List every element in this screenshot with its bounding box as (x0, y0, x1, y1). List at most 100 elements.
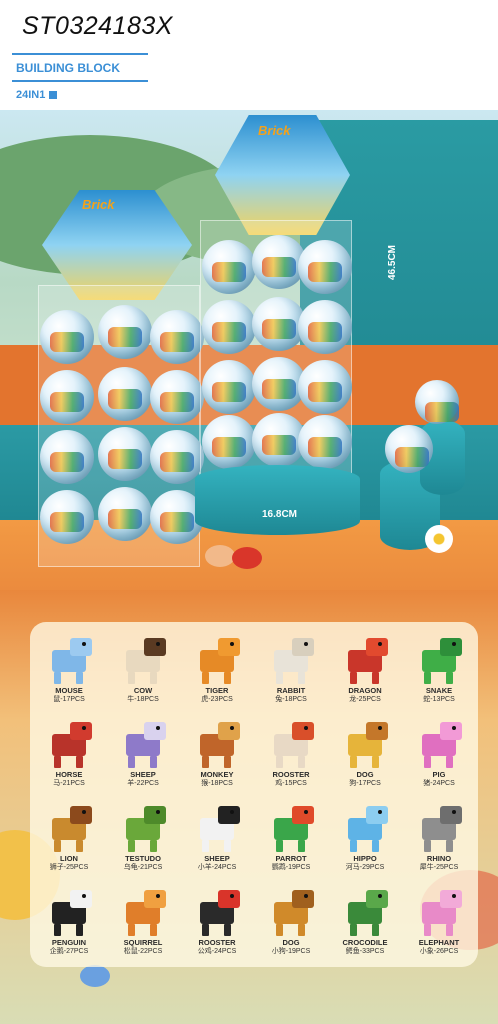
figure-leg (202, 672, 209, 684)
header: ST0324183X BUILDING BLOCK 24IN1 (0, 0, 498, 110)
figure-eye (82, 810, 86, 814)
figure-leg (298, 924, 305, 936)
animal-item: SQUIRREL 松鼠-22PCS (106, 882, 180, 966)
open-capsule-shell (232, 547, 262, 569)
animal-item: CROCODILE 鳄鱼-33PCS (328, 882, 402, 966)
figure-eye (156, 810, 160, 814)
animal-piece-count: 小羊-24PCS (197, 864, 237, 871)
animal-name: RABBIT (276, 686, 306, 695)
figure-head (70, 722, 92, 740)
figure-leg (54, 924, 61, 936)
animal-item: SNAKE 蛇-13PCS (402, 630, 476, 714)
figure-head (144, 890, 166, 908)
animal-figure (264, 802, 318, 854)
figure-eye (452, 642, 456, 646)
figure-leg (350, 672, 357, 684)
animal-name: RHINO (426, 854, 452, 863)
figure-eye (82, 894, 86, 898)
animal-piece-count: 乌龟-21PCS (123, 864, 163, 871)
animal-name: ROOSTER (198, 938, 236, 947)
animal-item: SHEEP 羊-22PCS (106, 714, 180, 798)
figure-head (366, 638, 388, 656)
figure-eye (304, 810, 308, 814)
animal-piece-count: 兔-18PCS (275, 696, 307, 703)
animal-item: TESTUDO 乌龟-21PCS (106, 798, 180, 882)
animal-figure (190, 718, 244, 770)
figure-leg (224, 924, 231, 936)
figure-leg (202, 924, 209, 936)
animal-name: CROCODILE (342, 938, 388, 947)
figure-eye (230, 726, 234, 730)
animal-figure (338, 634, 392, 686)
figure-leg (128, 924, 135, 936)
figure-eye (230, 642, 234, 646)
animal-name: COW (133, 686, 153, 695)
animal-item: DOG 小狗-19PCS (254, 882, 328, 966)
figure-leg (372, 840, 379, 852)
animal-piece-count: 小象-26PCS (419, 948, 459, 955)
figure-eye (452, 810, 456, 814)
figure-head (218, 722, 240, 740)
animal-item: LION 狮子-25PCS (32, 798, 106, 882)
figure-eye (156, 726, 160, 730)
animal-figure (264, 718, 318, 770)
animal-piece-count: 蛇-13PCS (423, 696, 455, 703)
figure-eye (378, 894, 382, 898)
divider (12, 53, 148, 55)
animal-figure (338, 886, 392, 938)
figure-leg (54, 840, 61, 852)
figure-leg (76, 756, 83, 768)
figure-head (366, 890, 388, 908)
animal-item: ROOSTER 鸡-15PCS (254, 714, 328, 798)
figure-leg (224, 672, 231, 684)
animal-piece-count: 松鼠-22PCS (123, 948, 163, 955)
figure-head (292, 806, 314, 824)
animal-piece-count: 猴-18PCS (201, 780, 233, 787)
figure-leg (150, 672, 157, 684)
animal-item: COW 牛-18PCS (106, 630, 180, 714)
animal-item: PIG 猪-24PCS (402, 714, 476, 798)
animal-item: RABBIT 兔-18PCS (254, 630, 328, 714)
figure-head (144, 638, 166, 656)
figure-eye (304, 642, 308, 646)
figure-leg (424, 924, 431, 936)
width-dimension: 16.8CM (262, 509, 298, 520)
animal-item: TIGER 虎-23PCS (180, 630, 254, 714)
height-dimension: 46.5CM (387, 245, 398, 281)
figure-eye (452, 726, 456, 730)
animal-figure (412, 718, 466, 770)
animal-piece-count: 公鸡-24PCS (197, 948, 237, 955)
figure-leg (276, 840, 283, 852)
animal-name: DOG (356, 770, 374, 779)
figure-leg (446, 924, 453, 936)
animal-figure (190, 886, 244, 938)
animal-piece-count: 小狗-19PCS (271, 948, 311, 955)
animal-piece-count: 河马-29PCS (345, 864, 385, 871)
animal-name: PENGUIN (51, 938, 87, 947)
figure-leg (298, 672, 305, 684)
animal-figure (116, 802, 170, 854)
figure-leg (276, 924, 283, 936)
figure-eye (378, 726, 382, 730)
animal-item: MOUSE 鼠-17PCS (32, 630, 106, 714)
figure-leg (276, 672, 283, 684)
animal-piece-count: 羊-22PCS (127, 780, 159, 787)
animal-piece-count: 狮子-25PCS (49, 864, 89, 871)
figure-leg (128, 840, 135, 852)
figure-eye (82, 642, 86, 646)
animal-name: PIG (432, 770, 446, 779)
animal-item: HORSE 马-21PCS (32, 714, 106, 798)
figure-leg (424, 840, 431, 852)
animal-figure (412, 886, 466, 938)
figure-head (292, 638, 314, 656)
animal-grid: MOUSE 鼠-17PCS COW 牛-18PCS TIGER 虎-23PCS RABBIT… (32, 630, 476, 966)
animal-name: PARROT (275, 854, 307, 863)
animal-figure (412, 634, 466, 686)
animal-item: HIPPO 河马-29PCS (328, 798, 402, 882)
figure-leg (54, 672, 61, 684)
animal-name: DRAGON (348, 686, 382, 695)
display-scene: Brick Brick 46.5CM 16.8CM (0, 95, 498, 630)
animal-piece-count: 狗-17PCS (349, 780, 381, 787)
animal-item: PARROT 鹦鹉-19PCS (254, 798, 328, 882)
animal-piece-count: 虎-23PCS (201, 696, 233, 703)
